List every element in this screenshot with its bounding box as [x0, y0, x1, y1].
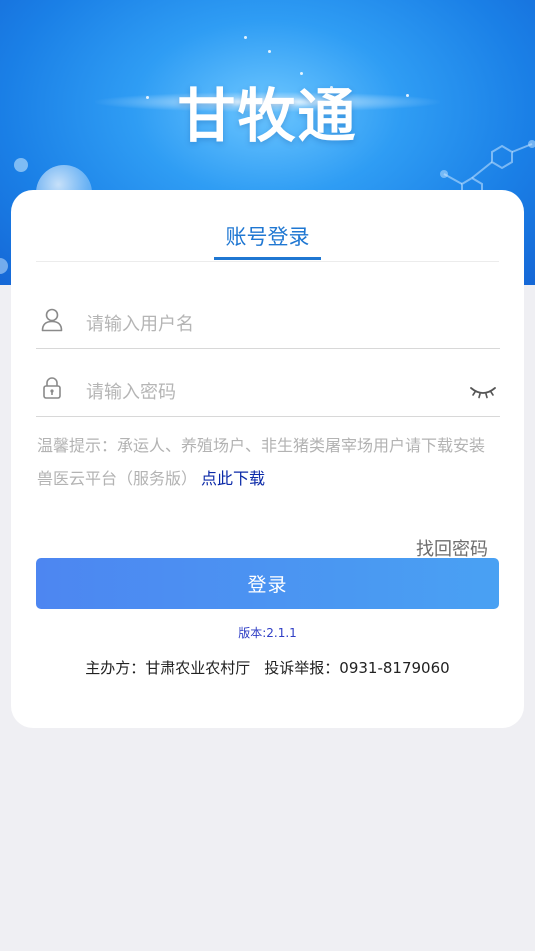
version-label: 版本:2.1.1	[238, 626, 297, 640]
decorative-bubble-edge	[0, 258, 8, 274]
tab-account-login[interactable]: 账号登录	[214, 220, 321, 258]
sponsor-text: 主办方：甘肃农业农村厅	[85, 659, 251, 677]
footer-info: 主办方：甘肃农业农村厅 投诉举报：0931-8179060	[0, 656, 535, 680]
download-tip: 温馨提示：承运人、养殖场户、非生猪类屠宰场用户请下载安装兽医云平台（服务版） 点此…	[37, 429, 499, 495]
eye-closed-icon[interactable]	[468, 380, 498, 402]
login-button[interactable]: 登录	[36, 558, 499, 609]
sparkle-dot	[300, 72, 303, 75]
app-title: 甘牧通	[177, 82, 358, 150]
decorative-bubble-small	[14, 158, 28, 172]
password-field	[36, 366, 500, 417]
username-field	[36, 298, 500, 349]
username-input[interactable]	[86, 308, 456, 340]
tab-divider	[36, 261, 499, 262]
complaint-hotline: 投诉举报：0931-8179060	[264, 659, 450, 677]
user-icon	[41, 308, 63, 332]
download-link[interactable]: 点此下载	[201, 469, 265, 488]
sparkle-dot	[268, 50, 271, 53]
tab-active-indicator	[214, 257, 321, 260]
lock-icon	[43, 377, 61, 399]
password-input[interactable]	[86, 376, 456, 408]
sparkle-dot	[244, 36, 247, 39]
